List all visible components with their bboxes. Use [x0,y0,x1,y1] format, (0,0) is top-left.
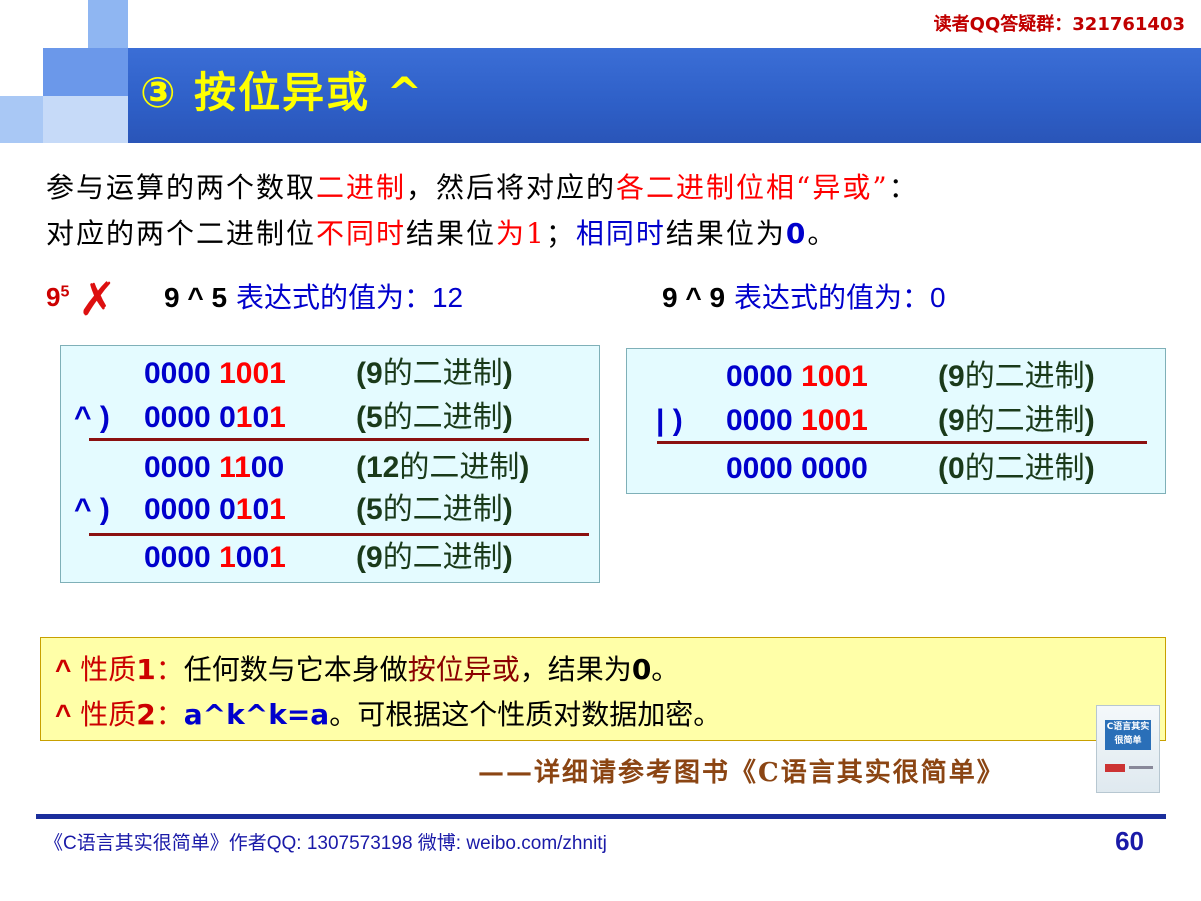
binary-row: ^ ) 0000 0101 (5的二进制) [74,398,513,438]
operator-label: ^ ) [74,493,110,526]
binary-row: 0000 1001 (9的二进制) [656,357,1095,397]
operator-label: ^ ) [74,401,110,434]
deco-square [88,0,128,48]
cross-icon: ✗ [78,272,117,326]
binary-note: (9的二进制) [356,356,513,391]
qq-group-label: 读者QQ答疑群：321761403 [933,14,1185,35]
slide-title: ③ 按位异或 ^ [140,68,424,117]
properties-box: ^ 性质1：任何数与它本身做按位异或，结果为0。 ^ 性质2：a^k^k=a。可… [40,637,1166,741]
deco-square [43,96,128,143]
footer-divider [36,814,1166,819]
wrong-mark-label: 95 [46,282,70,312]
operator-label: | ) [656,404,683,437]
binary-note: (12的二进制) [356,450,530,485]
expression-2: 9 ^ 9 表达式的值为：0 [662,281,946,314]
binary-value: 0000 1001 [726,404,868,437]
expression-1: 9 ^ 5 表达式的值为：12 [164,281,464,314]
binary-value: 0000 1100 [144,451,285,484]
footer-author-info: 《C语言其实很简单》作者QQ: 1307573198 微博: weibo.com… [44,833,607,854]
intro-line-1: 参与运算的两个数取二进制，然后将对应的各二进制位相“异或”： [46,171,919,204]
binary-note: (5的二进制) [356,492,513,527]
binary-value: 0000 0101 [144,401,286,434]
deco-square [43,48,128,96]
property-1: ^ 性质1：任何数与它本身做按位异或，结果为0。 [55,653,680,686]
binary-value: 0000 1001 [144,357,286,390]
binary-row: 0000 0000 (0的二进制) [656,449,1095,489]
binary-row: 0000 1001 (9的二进制) [74,354,513,394]
binary-note: (9的二进制) [938,359,1095,394]
binary-value: 0000 0000 [726,452,868,485]
page-number: 60 [1115,826,1144,856]
divider-line [657,441,1147,444]
binary-row: | ) 0000 1001 (9的二进制) [656,401,1095,441]
binary-row: ^ ) 0000 0101 (5的二进制) [74,490,513,530]
intro-line-2: 对应的两个二进制位不同时结果位为1；相同时结果位为0。 [46,217,838,250]
book-reference: ——详细请参考图书《C语言其实很简单》 [478,758,1005,788]
binary-value: 0000 0101 [144,493,286,526]
binary-value: 0000 1001 [726,360,868,393]
binary-note: (9的二进制) [356,540,513,575]
binary-note: (9的二进制) [938,403,1095,438]
binary-value: 0000 1001 [144,541,286,574]
book-cover-title: C语言其实 很简单 [1105,720,1151,750]
property-2: ^ 性质2：a^k^k=a。可根据这个性质对数据加密。 [55,698,722,731]
book-cover-image: C语言其实 很简单 [1096,705,1160,793]
binary-note: (0的二进制) [938,451,1095,486]
divider-line [89,533,589,536]
deco-square [0,96,43,143]
binary-row: 0000 1100 (12的二进制) [74,448,529,488]
binary-row: 0000 1001 (9的二进制) [74,538,513,578]
divider-line [89,438,589,441]
binary-note: (5的二进制) [356,400,513,435]
